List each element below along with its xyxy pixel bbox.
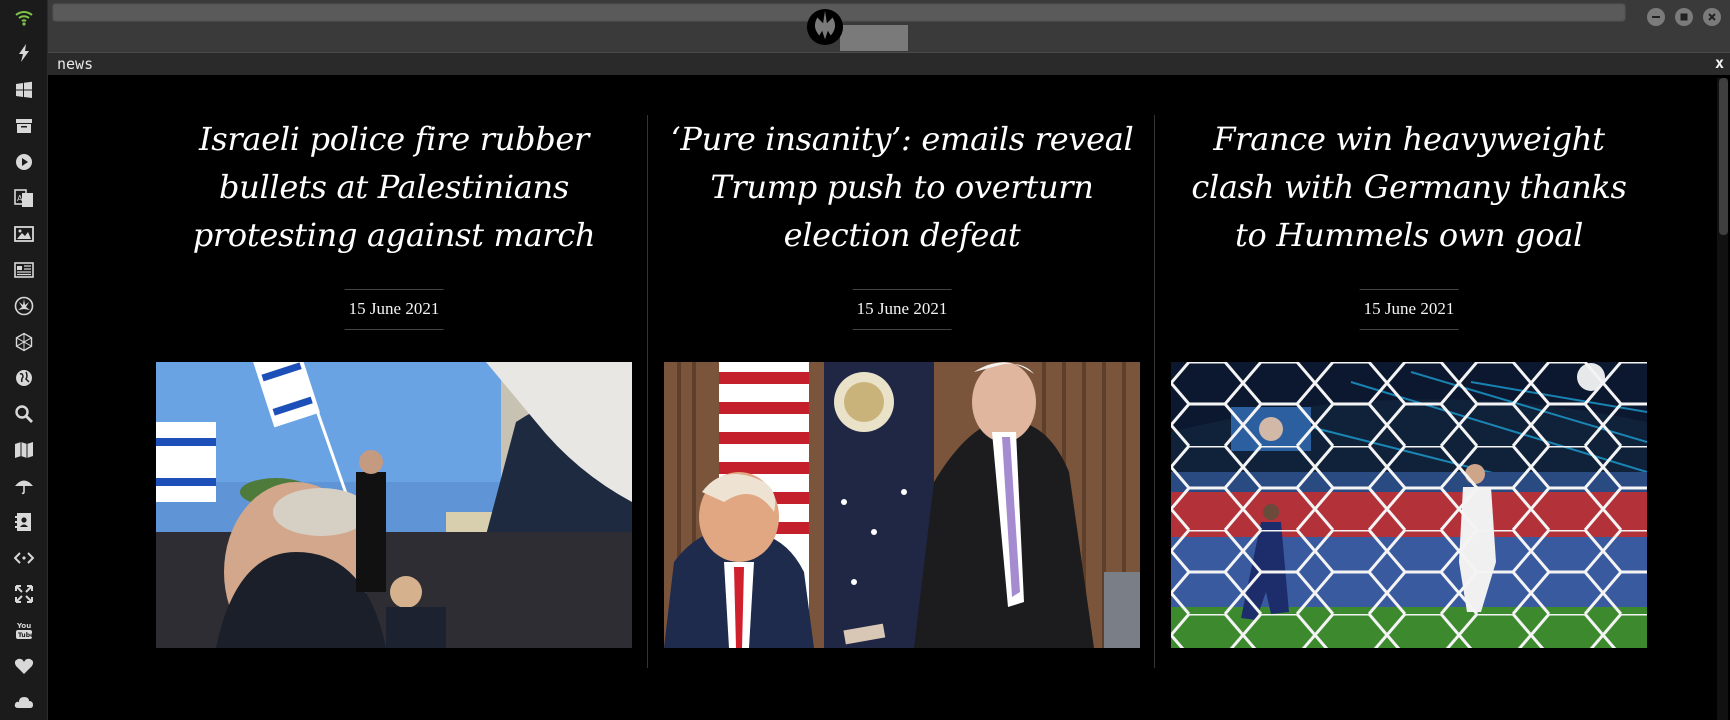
logo-tab[interactable] bbox=[840, 25, 908, 51]
search-icon[interactable] bbox=[12, 402, 36, 426]
protest-with-israeli-flags-photo[interactable] bbox=[156, 362, 632, 648]
minimize-button[interactable] bbox=[1647, 8, 1665, 26]
map-icon[interactable] bbox=[12, 438, 36, 462]
maximize-button[interactable] bbox=[1675, 8, 1693, 26]
article-date: 15 June 2021 bbox=[852, 289, 952, 330]
lightning-icon[interactable] bbox=[12, 41, 36, 65]
minimize-icon bbox=[1652, 16, 1660, 18]
image-icon[interactable] bbox=[12, 222, 36, 246]
globe-icon[interactable] bbox=[12, 366, 36, 390]
close-button[interactable] bbox=[1703, 8, 1721, 26]
news-tab-bar: news x bbox=[48, 53, 1730, 75]
article-card[interactable]: France win heavyweight clash with German… bbox=[1171, 115, 1647, 648]
maximize-icon bbox=[1680, 13, 1688, 21]
close-icon bbox=[1708, 13, 1716, 21]
article-card[interactable]: Israeli police fire rubber bullets at Pa… bbox=[156, 115, 632, 648]
heart-icon[interactable] bbox=[12, 654, 36, 678]
svg-text:A: A bbox=[17, 194, 23, 203]
rebel-alliance-emblem-icon bbox=[806, 8, 844, 46]
article-title[interactable]: Israeli police fire rubber bullets at Pa… bbox=[156, 115, 632, 259]
contacts-icon[interactable] bbox=[12, 510, 36, 534]
play-icon[interactable] bbox=[12, 150, 36, 174]
umbrella-icon[interactable] bbox=[12, 474, 36, 498]
archive-icon[interactable] bbox=[12, 114, 36, 138]
windows-icon[interactable] bbox=[12, 78, 36, 102]
cloud-icon[interactable] bbox=[12, 690, 36, 714]
article-title[interactable]: France win heavyweight clash with German… bbox=[1171, 115, 1647, 259]
article-card[interactable]: ‘Pure insanity’: emails reveal Trump pus… bbox=[664, 115, 1140, 648]
tab-close-button[interactable]: x bbox=[1715, 54, 1724, 72]
svg-text:You: You bbox=[16, 622, 31, 630]
svg-text:Tube: Tube bbox=[18, 632, 34, 639]
hexagon-network-icon[interactable] bbox=[12, 330, 36, 354]
wifi-icon[interactable] bbox=[12, 5, 36, 29]
trump-in-oval-office-photo[interactable] bbox=[664, 362, 1140, 648]
window-titlebar bbox=[48, 0, 1730, 53]
expand-icon[interactable] bbox=[12, 582, 36, 606]
football-goal-net-stadium-photo[interactable] bbox=[1171, 362, 1647, 648]
rebel-alliance-icon[interactable] bbox=[12, 294, 36, 318]
article-date: 15 June 2021 bbox=[344, 289, 444, 330]
translate-icon[interactable]: A bbox=[12, 186, 36, 210]
scrollbar-thumb[interactable] bbox=[1719, 78, 1728, 235]
code-link-icon[interactable] bbox=[12, 546, 36, 570]
article-title[interactable]: ‘Pure insanity’: emails reveal Trump pus… bbox=[664, 115, 1140, 259]
article-date: 15 June 2021 bbox=[1359, 289, 1459, 330]
tab-title: news bbox=[57, 55, 94, 73]
app-dock: A You Tube bbox=[0, 0, 48, 720]
column-divider bbox=[1154, 115, 1155, 668]
column-divider bbox=[647, 115, 648, 668]
newspaper-icon[interactable] bbox=[12, 258, 36, 282]
youtube-icon[interactable]: You Tube bbox=[12, 618, 36, 642]
